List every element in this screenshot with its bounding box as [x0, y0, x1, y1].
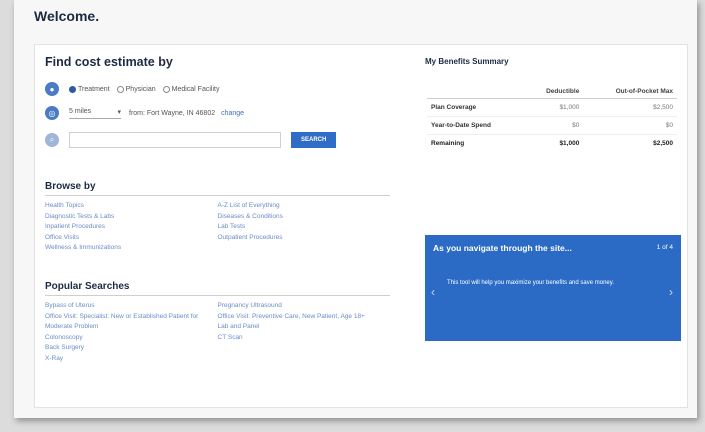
- browse-section: Browse by Health Topics Diagnostic Tests…: [45, 181, 390, 254]
- row-label: Plan Coverage: [427, 98, 525, 117]
- chevron-left-icon[interactable]: ‹: [431, 285, 435, 299]
- carousel-title: As you navigate through the site...: [433, 243, 572, 253]
- radio-treatment[interactable]: Treatment: [69, 85, 110, 93]
- popular-link[interactable]: Back Surgery: [45, 343, 218, 354]
- radio-physician-label: Physician: [125, 85, 156, 93]
- popular-left-list: Bypass of Uterus Office Visit: Specialis…: [45, 301, 218, 364]
- browse-right-list: A-Z List of Everything Diseases & Condit…: [218, 201, 391, 254]
- oop-value: $2,500: [653, 140, 673, 147]
- step-one-icon: ●: [45, 82, 59, 96]
- deductible-value: $1,000: [524, 98, 584, 117]
- popular-link[interactable]: Office Visit: Specialist: New or Establi…: [45, 312, 218, 333]
- table-row: Plan Coverage $1,000 $2,500: [427, 98, 677, 117]
- popular-link[interactable]: Office Visit: Preventive Care, New Patie…: [218, 312, 391, 323]
- browse-link[interactable]: Lab Tests: [218, 222, 391, 233]
- oop-value: $0: [583, 116, 677, 135]
- distance-select[interactable]: 5 miles ▾: [69, 108, 121, 119]
- popular-link[interactable]: Lab and Panel: [218, 322, 391, 333]
- find-estimate-title: Find cost estimate by: [45, 55, 173, 69]
- popular-link[interactable]: Bypass of Uterus: [45, 301, 218, 312]
- popular-title: Popular Searches: [45, 281, 390, 296]
- chevron-down-icon: ▾: [117, 108, 121, 116]
- distance-value: 5 miles: [69, 107, 92, 115]
- browse-link[interactable]: Wellness & Immunizations: [45, 243, 218, 254]
- search-type-row: ● Treatment Physician Medical Facility: [45, 82, 226, 96]
- deductible-value: $1,000: [559, 140, 580, 147]
- popular-link[interactable]: Pregnancy Ultrasound: [218, 301, 391, 312]
- chevron-right-icon[interactable]: ›: [669, 285, 673, 299]
- popular-right-list: Pregnancy Ultrasound Office Visit: Preve…: [218, 301, 391, 364]
- popular-link[interactable]: Colonoscopy: [45, 333, 218, 344]
- browse-link[interactable]: Diseases & Conditions: [218, 212, 391, 223]
- tips-carousel: As you navigate through the site... 1 of…: [425, 235, 681, 341]
- search-icon: ⌕: [45, 133, 59, 147]
- popular-link[interactable]: X-Ray: [45, 354, 218, 365]
- carousel-body: This tool will help you maximize your be…: [447, 280, 614, 286]
- browse-link[interactable]: Health Topics: [45, 201, 218, 212]
- popular-section: Popular Searches Bypass of Uterus Office…: [45, 281, 390, 364]
- table-row: Remaining $1,000 $2,500: [427, 135, 677, 153]
- table-header-row: Deductible Out-of-Pocket Max: [427, 85, 677, 99]
- browse-link[interactable]: Inpatient Procedures: [45, 222, 218, 233]
- row-label: Year-to-Date Spend: [427, 116, 525, 135]
- oop-max-header: Out-of-Pocket Max: [583, 85, 677, 99]
- change-location-link[interactable]: change: [221, 110, 244, 117]
- search-input[interactable]: [69, 132, 281, 148]
- radio-dot-icon: [162, 85, 170, 93]
- location-row: ◎ 5 miles ▾ from: Fort Wayne, IN 46802 ch…: [45, 106, 244, 120]
- radio-dot-icon: [69, 85, 76, 93]
- row-label: Remaining: [431, 140, 465, 147]
- browse-link[interactable]: Outpatient Procedures: [218, 233, 391, 244]
- radio-treatment-label: Treatment: [78, 85, 110, 93]
- table-row: Year-to-Date Spend $0 $0: [427, 116, 677, 135]
- welcome-heading: Welcome.: [34, 8, 100, 24]
- benefits-table: Deductible Out-of-Pocket Max Plan Covera…: [427, 85, 677, 152]
- browse-link[interactable]: A-Z List of Everything: [218, 201, 391, 212]
- deductible-header: Deductible: [524, 85, 584, 99]
- radio-facility[interactable]: Medical Facility: [162, 85, 220, 93]
- page: Welcome. Find cost estimate by ● Treatme…: [14, 0, 697, 418]
- radio-physician[interactable]: Physician: [116, 85, 156, 93]
- browse-link[interactable]: Diagnostic Tests & Labs: [45, 212, 218, 223]
- browse-title: Browse by: [45, 181, 390, 196]
- search-row: ⌕ SEARCH: [45, 132, 337, 148]
- benefits-summary-title: My Benefits Summary: [425, 57, 509, 66]
- deductible-value: $0: [524, 116, 584, 135]
- step-two-icon: ◎: [45, 106, 59, 120]
- carousel-pager: 1 of 4: [656, 244, 673, 251]
- radio-dot-icon: [116, 85, 124, 93]
- popular-link[interactable]: CT Scan: [218, 333, 391, 344]
- search-button[interactable]: SEARCH: [291, 132, 337, 148]
- oop-value: $2,500: [583, 98, 677, 117]
- location-text: from: Fort Wayne, IN 46802: [129, 109, 216, 117]
- radio-facility-label: Medical Facility: [171, 85, 220, 93]
- content-card: Find cost estimate by ● Treatment Physic…: [34, 44, 688, 408]
- browse-link[interactable]: Office Visits: [45, 233, 218, 244]
- browse-left-list: Health Topics Diagnostic Tests & Labs In…: [45, 201, 218, 254]
